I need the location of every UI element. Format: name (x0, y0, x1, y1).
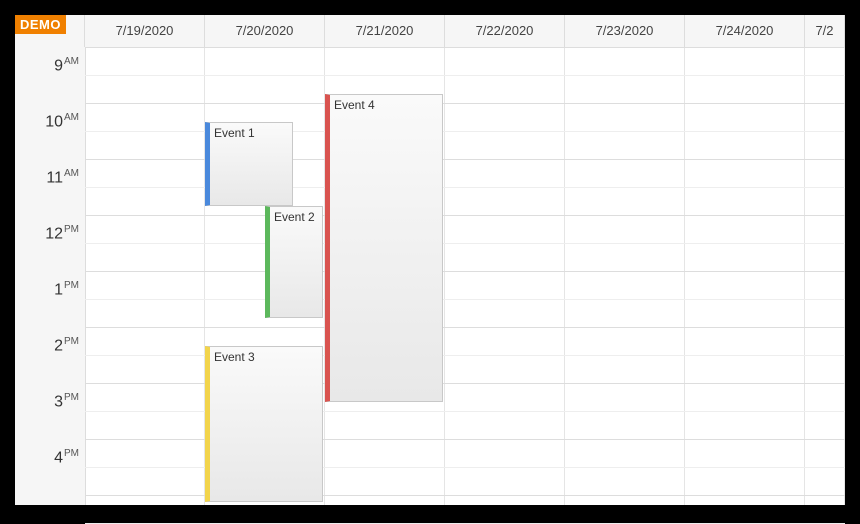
day-column[interactable] (685, 47, 805, 505)
hour-label: 12PM (45, 224, 79, 243)
date-header[interactable]: 7/24/2020 (685, 15, 805, 47)
grid-line (85, 103, 845, 104)
date-header[interactable]: 7/21/2020 (325, 15, 445, 47)
grid-line (85, 327, 845, 328)
event-title: Event 3 (214, 350, 255, 364)
hour-label: 3PM (54, 392, 79, 411)
demo-badge: DEMO (15, 15, 66, 34)
event-title: Event 1 (214, 126, 255, 140)
hour-label: 9AM (54, 56, 79, 75)
day-column[interactable] (445, 47, 565, 505)
time-gutter: 9AM 10AM 11AM 12PM 1PM 2PM 3PM 4PM (15, 47, 86, 505)
calendar-event[interactable]: Event 1 (205, 122, 293, 206)
hour-label: 10AM (45, 112, 79, 131)
date-header[interactable]: 7/23/2020 (565, 15, 685, 47)
event-title: Event 2 (274, 210, 315, 224)
calendar-grid[interactable]: Event 1 Event 2 Event 3 Event 4 (85, 47, 845, 505)
day-column[interactable] (565, 47, 685, 505)
grid-line (85, 439, 845, 440)
calendar-event[interactable]: Event 2 (265, 206, 323, 318)
grid-line (85, 467, 845, 468)
day-column[interactable] (85, 47, 205, 505)
date-header[interactable]: 7/20/2020 (205, 15, 325, 47)
grid-line (85, 131, 845, 132)
calendar-event[interactable]: Event 4 (325, 94, 443, 402)
hour-label: 1PM (54, 280, 79, 299)
grid-line (85, 243, 845, 244)
grid-line (85, 383, 845, 384)
grid-line (85, 299, 845, 300)
hour-label: 4PM (54, 448, 79, 467)
calendar-header: 7/19/2020 7/20/2020 7/21/2020 7/22/2020 … (15, 15, 845, 48)
date-header[interactable]: 7/22/2020 (445, 15, 565, 47)
grid-line (85, 75, 845, 76)
grid-line (85, 355, 845, 356)
grid-line (85, 215, 845, 216)
hour-label: 2PM (54, 336, 79, 355)
day-column[interactable] (805, 47, 845, 505)
event-title: Event 4 (334, 98, 375, 112)
grid-line (85, 159, 845, 160)
date-header[interactable]: 7/19/2020 (85, 15, 205, 47)
hour-label: 11AM (46, 168, 79, 187)
grid-line (85, 495, 845, 496)
grid-line (85, 187, 845, 188)
date-header-partial[interactable]: 7/2 (805, 15, 845, 47)
grid-line (85, 411, 845, 412)
grid-line (85, 47, 845, 48)
calendar-event[interactable]: Event 3 (205, 346, 323, 503)
grid-line (85, 271, 845, 272)
